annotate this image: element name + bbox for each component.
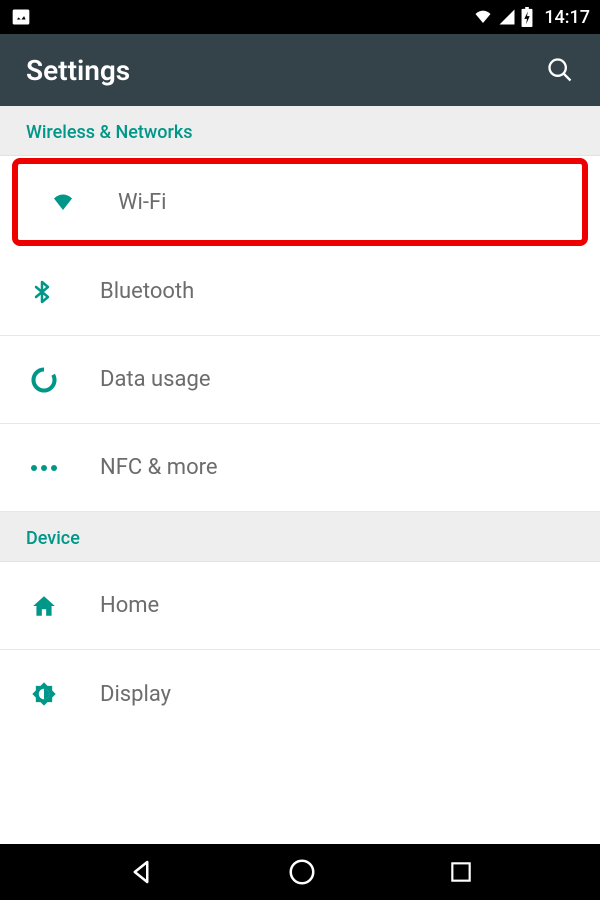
search-button[interactable]	[546, 56, 574, 84]
signal-icon	[498, 8, 516, 26]
settings-item-label: Display	[100, 682, 171, 707]
display-icon	[30, 680, 82, 708]
status-right: 14:17	[472, 7, 590, 28]
status-time: 14:17	[544, 7, 590, 28]
settings-item-label: Home	[100, 593, 159, 618]
battery-charging-icon	[520, 7, 534, 27]
section-header-device: Device	[0, 512, 600, 562]
settings-item-label: NFC & more	[100, 455, 218, 480]
settings-item-label: Data usage	[100, 367, 211, 392]
data-usage-icon	[30, 366, 82, 394]
more-icon	[30, 463, 82, 473]
settings-item-label: Bluetooth	[100, 279, 194, 304]
back-button[interactable]	[126, 857, 156, 887]
settings-item-home[interactable]: Home	[0, 562, 600, 650]
recents-button[interactable]	[448, 859, 474, 885]
settings-item-label: Wi-Fi	[118, 190, 166, 215]
picture-icon	[10, 7, 32, 27]
section-header-wireless: Wireless & Networks	[0, 106, 600, 156]
settings-item-data-usage[interactable]: Data usage	[0, 336, 600, 424]
wifi-icon	[48, 190, 100, 214]
navigation-bar	[0, 844, 600, 900]
wifi-status-icon	[472, 8, 494, 26]
status-bar: 14:17	[0, 0, 600, 34]
settings-item-bluetooth[interactable]: Bluetooth	[0, 248, 600, 336]
status-left	[10, 7, 32, 27]
settings-item-nfc-more[interactable]: NFC & more	[0, 424, 600, 512]
settings-content: Wireless & Networks Wi-Fi Bluetooth Data…	[0, 106, 600, 844]
home-button[interactable]	[287, 857, 317, 887]
home-icon	[30, 593, 82, 619]
bluetooth-icon	[30, 277, 82, 307]
settings-item-display[interactable]: Display	[0, 650, 600, 738]
app-header: Settings	[0, 34, 600, 106]
settings-item-wifi[interactable]: Wi-Fi	[12, 158, 588, 246]
page-title: Settings	[26, 54, 130, 87]
